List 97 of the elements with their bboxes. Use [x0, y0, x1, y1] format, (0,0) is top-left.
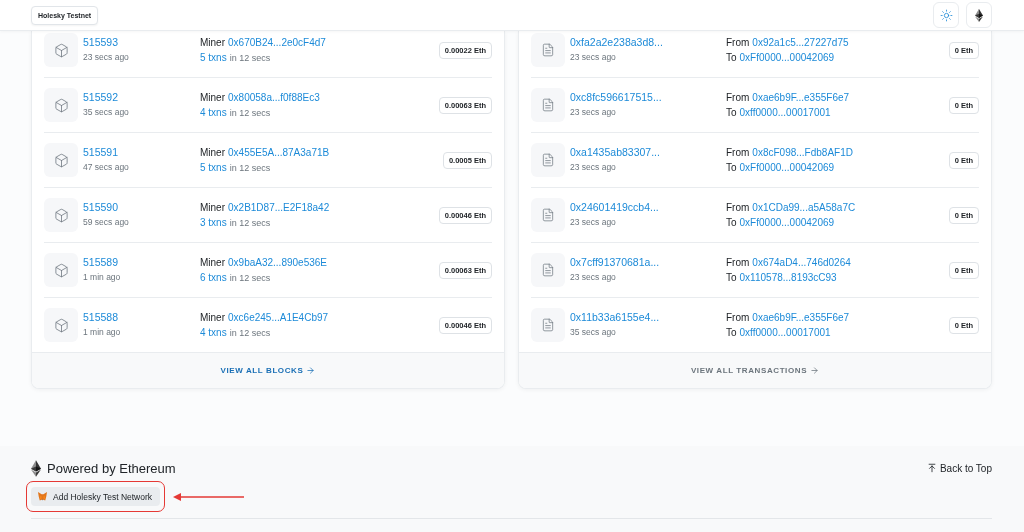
network-button[interactable]: [966, 2, 992, 28]
tx-age: 23 secs ago: [570, 161, 616, 174]
block-age: 35 secs ago: [83, 106, 129, 119]
to-label: To: [726, 216, 737, 230]
block-number-link[interactable]: 515590: [83, 200, 119, 215]
block-number-link[interactable]: 515589: [83, 255, 119, 270]
fox-icon: [38, 492, 47, 501]
from-address-link[interactable]: 0xae6b9F...e355F6e7: [752, 310, 850, 325]
from-address-link[interactable]: 0x8cF098...Fdb8AF1D: [752, 145, 853, 160]
miner-address-link[interactable]: 0x80058a...f0f88Ec3: [228, 89, 320, 105]
miner-label: Miner: [200, 200, 225, 215]
from-address-link[interactable]: 0x1CDa99...a5A58a7C: [752, 200, 856, 215]
document-icon: [531, 88, 565, 122]
block-duration: in 12 secs: [229, 216, 271, 230]
tx-age: 35 secs ago: [570, 326, 616, 339]
tx-hash-link[interactable]: 0xc8fc596617515...: [570, 90, 662, 105]
to-address-link[interactable]: 0xFf0000...00042069: [739, 50, 835, 65]
tx-age: 23 secs ago: [570, 51, 616, 64]
from-address-link[interactable]: 0xae6b9F...e355F6e7: [752, 90, 850, 105]
from-address-link[interactable]: 0x92a1c5...27227d75: [752, 35, 849, 50]
cube-icon: [44, 253, 78, 287]
back-to-top-link[interactable]: Back to Top: [926, 462, 992, 474]
block-duration: in 12 secs: [229, 161, 271, 175]
txn-count-link[interactable]: 6 txns: [200, 269, 227, 285]
document-icon: [531, 253, 565, 287]
arrow-right-icon: [306, 366, 316, 375]
from-label: From: [726, 201, 750, 215]
tx-hash-link[interactable]: 0xa1435ab83307...: [570, 145, 660, 160]
annotation-arrow: [173, 492, 245, 501]
miner-label: Miner: [200, 310, 225, 325]
theme-toggle-button[interactable]: [933, 2, 959, 28]
to-label: To: [726, 161, 737, 175]
tx-hash-link[interactable]: 0x7cff91370681a...: [570, 255, 660, 270]
from-label: From: [726, 311, 750, 325]
block-age: 47 secs ago: [83, 161, 129, 174]
block-duration: in 12 secs: [229, 326, 271, 340]
tx-hash-link[interactable]: 0x11b33a6155e4...: [570, 310, 660, 325]
block-age: 23 secs ago: [83, 51, 129, 64]
to-address-link[interactable]: 0xFf0000...00042069: [739, 160, 835, 175]
from-address-link[interactable]: 0x674aD4...746d0264: [752, 255, 851, 270]
block-duration: in 12 secs: [229, 271, 271, 285]
document-icon: [531, 308, 565, 342]
txn-count-link[interactable]: 4 txns: [200, 324, 227, 340]
sun-icon: [939, 8, 953, 22]
ethereum-icon: [31, 459, 41, 477]
block-age: 1 min ago: [83, 326, 121, 339]
block-number-link[interactable]: 515588: [83, 310, 119, 325]
from-label: From: [726, 146, 750, 160]
tx-age: 23 secs ago: [570, 216, 616, 229]
from-label: From: [726, 256, 750, 270]
cube-icon: [44, 88, 78, 122]
to-address-link[interactable]: 0x110578...8193cC93: [739, 270, 837, 285]
to-address-link[interactable]: 0xff0000...00017001: [739, 105, 831, 120]
cube-icon: [44, 308, 78, 342]
miner-address-link[interactable]: 0x455E5A...87A3a71B: [228, 144, 330, 160]
txn-count-link[interactable]: 4 txns: [200, 104, 227, 120]
miner-address-link[interactable]: 0x9baA32...890e536E: [228, 254, 327, 270]
miner-label: Miner: [200, 35, 225, 50]
txn-count-link[interactable]: 3 txns: [200, 214, 227, 230]
to-address-link[interactable]: 0xff0000...00017001: [739, 325, 831, 340]
view-all-blocks-link[interactable]: VIEW ALL BLOCKS: [32, 352, 504, 388]
to-label: To: [726, 51, 737, 65]
miner-address-link[interactable]: 0x670B24...2e0cF4d7: [228, 34, 326, 50]
view-all-transactions-link[interactable]: VIEW ALL TRANSACTIONS: [519, 352, 991, 388]
block-duration: in 12 secs: [229, 106, 271, 120]
cube-icon: [44, 143, 78, 177]
miner-label: Miner: [200, 145, 225, 160]
tx-hash-link[interactable]: 0x24601419ccb4...: [570, 200, 659, 215]
miner-address-link[interactable]: 0x2B1D87...E2F18a42: [228, 199, 330, 215]
cube-icon: [44, 198, 78, 232]
ethereum-icon: [975, 8, 983, 22]
block-number-link[interactable]: 515592: [83, 90, 119, 105]
to-label: To: [726, 106, 737, 120]
block-age: 1 min ago: [83, 271, 121, 284]
tx-hash-link[interactable]: 0xfa2a2e238a3d8...: [570, 35, 663, 50]
miner-label: Miner: [200, 90, 225, 105]
block-number-link[interactable]: 515593: [83, 35, 119, 50]
arrow-right-icon: [810, 366, 820, 375]
block-number-link[interactable]: 515591: [83, 145, 119, 160]
document-icon: [531, 198, 565, 232]
txn-count-link[interactable]: 5 txns: [200, 49, 227, 65]
miner-label: Miner: [200, 255, 225, 270]
from-label: From: [726, 36, 750, 50]
arrow-up-to-line-icon: [926, 463, 937, 473]
to-label: To: [726, 271, 737, 285]
add-network-button[interactable]: Add Holesky Test Network: [31, 487, 161, 506]
powered-by-text: Powered by Ethereum: [47, 460, 176, 476]
from-label: From: [726, 91, 750, 105]
txn-count-link[interactable]: 5 txns: [200, 159, 227, 175]
block-duration: in 12 secs: [229, 51, 271, 65]
to-label: To: [726, 326, 737, 340]
tx-age: 23 secs ago: [570, 271, 616, 284]
to-address-link[interactable]: 0xFf0000...00042069: [739, 215, 835, 230]
block-age: 59 secs ago: [83, 216, 129, 229]
tx-age: 23 secs ago: [570, 106, 616, 119]
miner-address-link[interactable]: 0xc6e245...A1E4Cb97: [228, 309, 329, 325]
document-icon: [531, 143, 565, 177]
